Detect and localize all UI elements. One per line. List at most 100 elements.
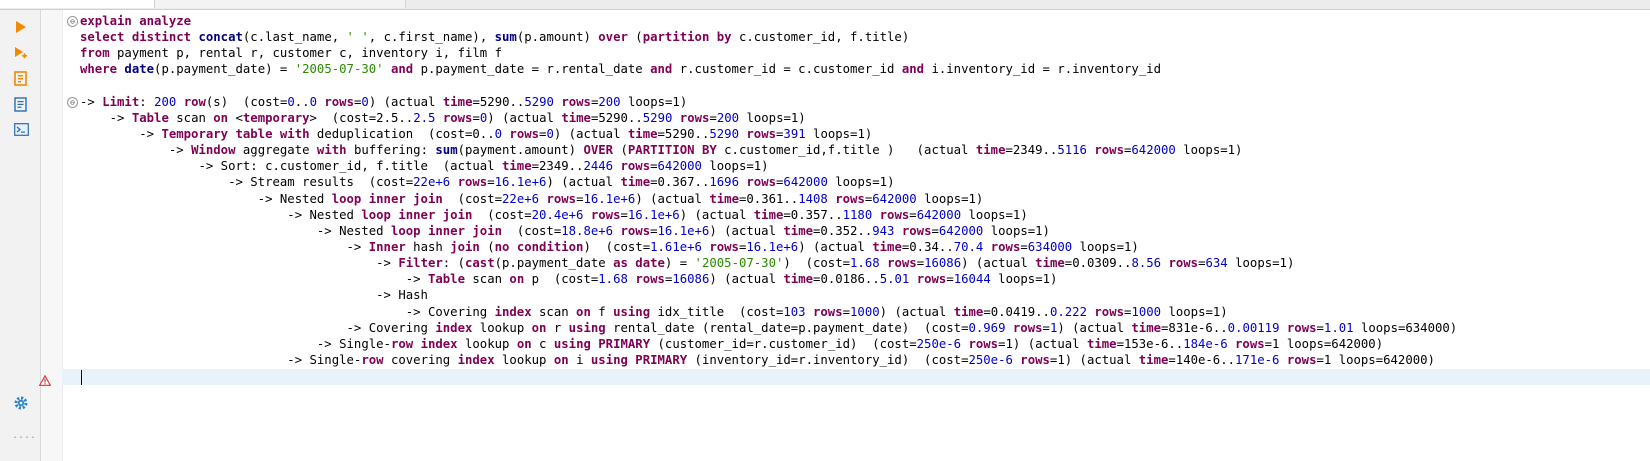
code-token: i.inventory_id = r.inventory_id <box>924 62 1161 77</box>
code-token: index <box>494 304 532 319</box>
code-token: ) (actual <box>709 223 784 238</box>
code-token: rows <box>1168 256 1199 271</box>
code-token: ) (actual <box>553 126 628 141</box>
code-token: 16044 <box>953 272 991 287</box>
code-token: c.customer_id,f.title ) (actual <box>716 143 976 158</box>
code-token: date <box>124 62 155 77</box>
code-token: 2.5 <box>413 110 436 125</box>
code-token: 1.01 <box>1323 320 1354 335</box>
tab-inactive[interactable] <box>155 0 406 8</box>
code-token: ( <box>479 239 495 254</box>
code-token: 5.01 <box>879 272 910 287</box>
code-token: 16.1e+6 <box>746 239 799 254</box>
code-token: '2005-07-30' <box>694 256 784 271</box>
fold-toggle-icon[interactable]: ⊖ <box>67 97 78 108</box>
sql-editor[interactable]: explain analyze select distinct concat(c.… <box>80 13 1650 461</box>
code-token: 16.1e+6 <box>627 207 680 222</box>
code-token: ) (actual <box>709 272 784 287</box>
more-toolbar-indicator[interactable]: .... <box>12 430 36 441</box>
code-token: -> Nested <box>80 191 332 206</box>
code-token: i <box>568 352 591 367</box>
console-icon[interactable] <box>12 120 30 138</box>
code-token: 943 <box>872 223 895 238</box>
code-token: join <box>450 239 480 254</box>
code-token: and <box>901 62 925 77</box>
code-token: using <box>613 304 651 319</box>
code-token: = <box>842 304 851 319</box>
code-token: =1) (actual <box>1049 352 1139 367</box>
code-line: -> Table scan on <temporary> (cost=2.5..… <box>80 110 1650 126</box>
code-token: 0 <box>309 94 317 109</box>
code-token: 103 <box>783 304 806 319</box>
warning-icon[interactable] <box>38 371 52 390</box>
code-token: select distinct <box>80 30 199 45</box>
code-token: time <box>620 175 651 190</box>
code-token: ) (actual <box>798 239 873 254</box>
code-token: cast <box>465 256 495 271</box>
fold-toggle-icon[interactable]: ⊖ <box>67 16 78 27</box>
code-token: 1408 <box>798 191 828 206</box>
code-token: rows <box>746 126 777 141</box>
code-token: where <box>80 62 125 77</box>
run-script-icon[interactable] <box>12 44 30 62</box>
code-token: = <box>931 223 939 238</box>
code-token: =0.357.. <box>783 207 843 222</box>
code-token: 18.8e+6 <box>561 223 614 238</box>
code-token: -> Sort: c.customer_id, f.title (actual <box>80 159 502 174</box>
code-token: using PRIMARY <box>553 336 651 351</box>
load-plan-icon[interactable] <box>12 95 30 113</box>
code-token: scan <box>168 110 214 125</box>
code-token: loop inner join <box>390 223 503 238</box>
gear-icon[interactable] <box>12 394 30 412</box>
code-token: rows <box>620 223 651 238</box>
tab-active[interactable] <box>0 0 155 8</box>
code-token: rows <box>887 256 917 271</box>
code-token: from <box>80 46 110 61</box>
code-token: ) = <box>664 256 695 271</box>
code-token: = <box>709 110 717 125</box>
code-token: 20.4e+6 <box>531 207 584 222</box>
code-token: using PRIMARY <box>590 352 688 367</box>
code-token: =140e-6.. <box>1168 352 1236 367</box>
code-token: (c.last_name, <box>242 30 347 45</box>
code-token: = <box>620 207 628 222</box>
code-token: r <box>546 320 569 335</box>
code-token: on <box>576 304 591 319</box>
code-token: -> Single- <box>80 336 391 351</box>
code-token: 8.56 <box>1131 256 1162 271</box>
code-token: time <box>1035 256 1065 271</box>
code-token: -> <box>80 94 103 109</box>
code-token: 2446 <box>583 159 614 174</box>
code-token: 642000 <box>872 191 917 206</box>
code-line: explain analyze <box>80 13 1650 29</box>
code-token: sum <box>435 143 458 158</box>
code-token: time <box>1138 352 1169 367</box>
code-token: (cost= <box>502 223 562 238</box>
code-token: 642000 <box>783 175 828 190</box>
code-token: rows <box>835 191 865 206</box>
code-line: -> Nested loop inner join (cost=22e+6 ro… <box>80 191 1650 207</box>
code-token: time <box>1086 336 1117 351</box>
code-token: =0.34.. <box>901 239 954 254</box>
code-token: no condition <box>494 239 584 254</box>
code-token: 5290 <box>642 110 673 125</box>
code-token: =2349.. <box>1005 143 1058 158</box>
code-token: -> <box>80 143 192 158</box>
code-token: ) (actual <box>961 256 1036 271</box>
code-token: = <box>650 223 658 238</box>
run-statement-icon[interactable] <box>12 18 30 36</box>
explain-plan-icon[interactable] <box>12 69 30 87</box>
code-line: -> Sort: c.customer_id, f.title (actual … <box>80 158 1650 174</box>
code-token: (cost= <box>442 191 503 206</box>
code-token: using <box>568 320 606 335</box>
code-token: Inner <box>368 239 406 254</box>
code-token: -> Stream results (cost= <box>80 175 414 190</box>
code-token: 634000 <box>1027 239 1073 254</box>
code-line: from payment p, rental r, customer c, in… <box>80 45 1650 61</box>
code-token: time <box>442 94 473 109</box>
code-token: = <box>1316 320 1324 335</box>
